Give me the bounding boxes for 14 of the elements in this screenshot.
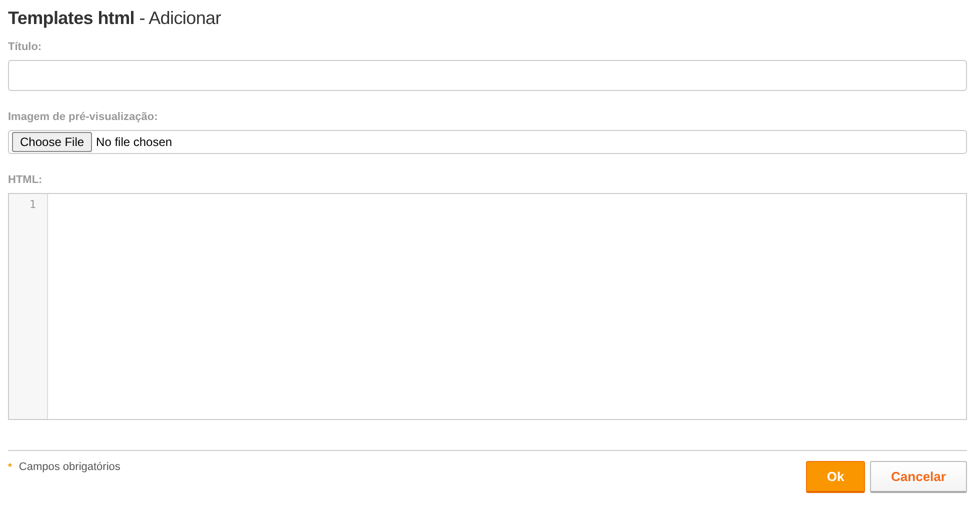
field-label: Título: — [8, 41, 43, 53]
field-label: Imagem de pré-visualização: — [8, 111, 159, 123]
choose-file-button[interactable]: Choose File — [12, 132, 92, 152]
required-marker: * — [8, 462, 12, 472]
required-fields-note: Campos obrigatórios — [18, 461, 120, 473]
ok-button[interactable]: Ok — [806, 461, 865, 493]
page-title: Templates html - Adicionar — [8, 8, 222, 29]
field-label: HTML: — [8, 174, 44, 186]
code-editor[interactable]: 1 — [8, 193, 967, 420]
line-number: 1 — [28, 198, 37, 211]
file-field[interactable]: Choose File No file chosen — [8, 130, 967, 154]
input-field[interactable] — [8, 60, 967, 91]
file-status: No file chosen — [96, 135, 172, 149]
cancel-button[interactable]: Cancelar — [870, 461, 967, 493]
